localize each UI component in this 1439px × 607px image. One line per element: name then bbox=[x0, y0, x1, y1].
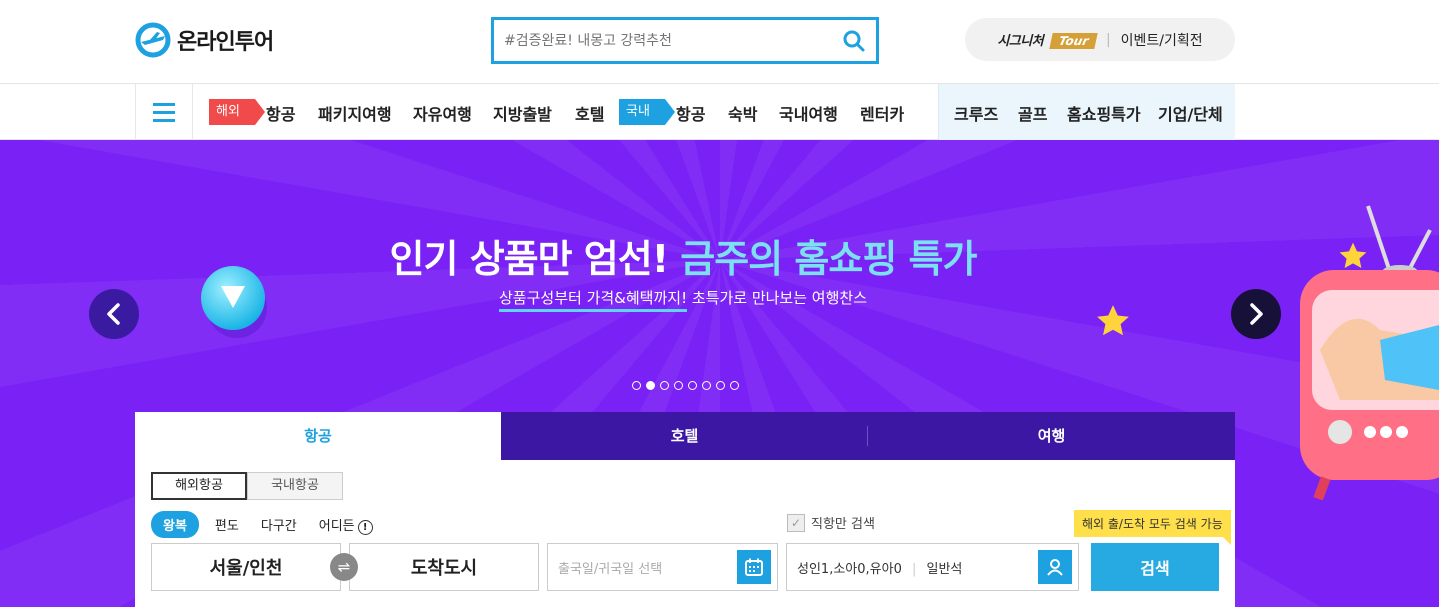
slide-dot[interactable] bbox=[674, 381, 683, 390]
slide-indicators bbox=[632, 381, 739, 390]
passenger-field[interactable]: 성인1,소아0,유아0 | 일반석 bbox=[786, 543, 1079, 591]
divider: | bbox=[1105, 31, 1111, 48]
tab-travel[interactable]: 여행 bbox=[868, 412, 1235, 460]
person-icon bbox=[1047, 559, 1063, 576]
logo-text: 온라인투어 bbox=[177, 30, 274, 55]
search-button[interactable]: 검색 bbox=[1091, 543, 1219, 591]
trip-oneway[interactable]: 편도 bbox=[209, 515, 245, 534]
search-input[interactable] bbox=[504, 32, 842, 49]
flight-type-tabs: 해외항공 국내항공 bbox=[151, 472, 343, 500]
main-nav: 해외 항공 패키지여행 자유여행 지방출발 호텔 국내 항공 숙박 국내여행 렌… bbox=[0, 84, 1439, 140]
search-panel: 항공 호텔 여행 해외항공 국내항공 왕복 편도 다구간 어디든! ✓ 직항만 … bbox=[135, 412, 1235, 607]
overseas-tag: 해외 bbox=[209, 99, 265, 125]
signature-label: 시그니처 bbox=[997, 34, 1044, 49]
trip-multicity[interactable]: 다구간 bbox=[255, 515, 303, 534]
calendar-button[interactable] bbox=[737, 550, 771, 584]
search-tabs: 항공 호텔 여행 bbox=[135, 412, 1235, 460]
slide-dot[interactable] bbox=[646, 381, 655, 390]
nav-hotel[interactable]: 호텔 bbox=[575, 101, 604, 125]
subtitle-rest: 초특가로 만나보는 여행찬스 bbox=[687, 289, 867, 307]
nav-regional-departure[interactable]: 지방출발 bbox=[493, 101, 552, 125]
calendar-icon bbox=[745, 558, 763, 576]
headline-part-a: 인기 상품만 엄선! bbox=[389, 237, 681, 281]
search-tooltip: 해외 출/도착 모두 검색 가능 bbox=[1074, 510, 1231, 545]
passenger-count: 성인1,소아0,유아0 bbox=[797, 561, 902, 577]
chevron-right-icon bbox=[1250, 303, 1263, 325]
banner-next-button[interactable] bbox=[1231, 289, 1281, 339]
tab-hotel[interactable]: 호텔 bbox=[501, 412, 868, 460]
domestic-tag: 국내 bbox=[619, 99, 675, 125]
hamburger-line bbox=[153, 110, 175, 114]
slide-dot[interactable] bbox=[688, 381, 697, 390]
slide-dot[interactable] bbox=[632, 381, 641, 390]
subtab-international[interactable]: 해외항공 bbox=[151, 472, 247, 500]
direct-only-option[interactable]: ✓ 직항만 검색 bbox=[787, 513, 875, 532]
date-field[interactable]: 출국일/귀국일 선택 bbox=[547, 543, 778, 591]
nav-home-shopping[interactable]: 홈쇼핑특가 bbox=[1067, 101, 1141, 125]
nav-domestic-travel[interactable]: 국내여행 bbox=[779, 101, 838, 125]
chevron-left-icon bbox=[107, 303, 120, 325]
top-utility-links: 시그니처 Tour | 이벤트/기획전 bbox=[965, 18, 1235, 61]
passenger-summary: 성인1,소아0,유아0 | 일반석 bbox=[797, 558, 962, 577]
trip-anywhere-label: 어디든 bbox=[318, 518, 355, 534]
trip-type-options: 왕복 편도 다구간 어디든! bbox=[151, 511, 379, 538]
nav-accommodation[interactable]: 숙박 bbox=[728, 101, 757, 125]
info-icon[interactable]: ! bbox=[357, 519, 373, 535]
direct-only-checkbox[interactable]: ✓ bbox=[787, 513, 805, 532]
trip-round[interactable]: 왕복 bbox=[151, 511, 199, 538]
subtab-domestic[interactable]: 국내항공 bbox=[247, 472, 343, 500]
swap-icon[interactable]: ⇌ bbox=[330, 553, 358, 581]
search-icon[interactable] bbox=[842, 29, 866, 53]
nav-domestic-air[interactable]: 항공 bbox=[676, 101, 705, 125]
tab-flight[interactable]: 항공 bbox=[135, 412, 501, 460]
passenger-button[interactable] bbox=[1038, 550, 1072, 584]
cabin-class: 일반석 bbox=[926, 561, 963, 577]
nav-package-tour[interactable]: 패키지여행 bbox=[318, 101, 392, 125]
retro-tv-illustration bbox=[1300, 205, 1439, 500]
headline-part-b: 금주의 홈쇼핑 특가 bbox=[680, 237, 977, 281]
nav-cruise[interactable]: 크루즈 bbox=[954, 101, 998, 125]
signature-tour-link[interactable]: 시그니처 Tour bbox=[997, 30, 1098, 49]
date-placeholder: 출국일/귀국일 선택 bbox=[558, 561, 663, 577]
plane-logo-icon bbox=[135, 22, 171, 58]
nav-rent-a-car[interactable]: 렌터카 bbox=[860, 101, 904, 125]
departure-field[interactable]: 서울/인천 bbox=[151, 543, 341, 591]
slide-dot[interactable] bbox=[730, 381, 739, 390]
top-header: 온라인투어 시그니처 Tour | 이벤트/기획전 bbox=[0, 0, 1439, 84]
slide-dot[interactable] bbox=[660, 381, 669, 390]
slide-dot[interactable] bbox=[702, 381, 711, 390]
direct-only-label: 직항만 검색 bbox=[811, 517, 875, 532]
nav-special-section: 크루즈 골프 홈쇼핑특가 기업/단체 bbox=[938, 84, 1235, 140]
subtitle-underlined: 상품구성부터 가격&혜택까지! bbox=[499, 289, 688, 312]
slide-dot[interactable] bbox=[716, 381, 725, 390]
banner-prev-button[interactable] bbox=[89, 289, 139, 339]
nav-corporate-group[interactable]: 기업/단체 bbox=[1158, 101, 1223, 125]
menu-button[interactable] bbox=[135, 84, 193, 140]
tab-divider bbox=[867, 426, 868, 446]
divider: | bbox=[911, 561, 917, 577]
tour-badge: Tour bbox=[1048, 33, 1098, 49]
trip-anywhere[interactable]: 어디든! bbox=[313, 515, 379, 535]
events-link[interactable]: 이벤트/기획전 bbox=[1121, 30, 1203, 50]
search-box bbox=[491, 17, 879, 64]
nav-free-travel[interactable]: 자유여행 bbox=[413, 101, 472, 125]
arrival-field[interactable]: 도착도시 bbox=[349, 543, 539, 591]
hamburger-line bbox=[153, 102, 175, 106]
hamburger-line bbox=[153, 118, 175, 122]
play-badge-icon bbox=[201, 266, 267, 338]
nav-overseas-air[interactable]: 항공 bbox=[266, 101, 295, 125]
logo[interactable]: 온라인투어 bbox=[135, 22, 274, 58]
star-icon bbox=[1097, 305, 1129, 336]
nav-golf[interactable]: 골프 bbox=[1018, 101, 1047, 125]
